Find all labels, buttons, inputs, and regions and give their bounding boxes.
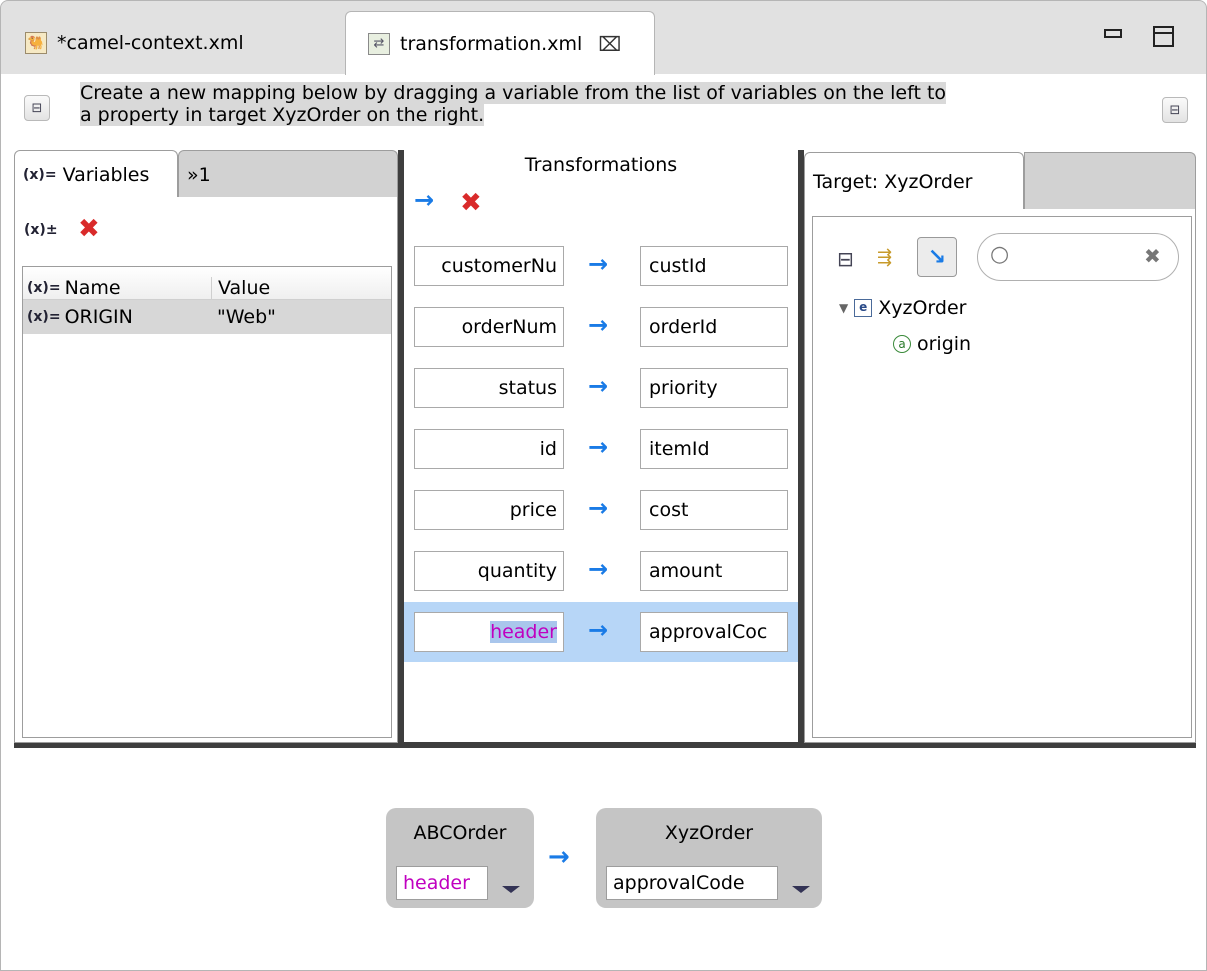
tree-node-child[interactable]: a origin [893,333,971,355]
add-variable-icon[interactable]: (x)± [24,222,58,238]
target-field-select[interactable]: approvalCode [606,866,778,900]
tree-node-root[interactable]: ▼ e XyzOrder [839,297,966,319]
mapping-arrow-icon: → [548,842,570,872]
search-input[interactable]: ○ ✖ [977,233,1179,281]
mapping-arrow-icon: → [588,433,609,461]
expanded-triangle-icon[interactable]: ▼ [839,301,848,315]
source-dropdown-icon[interactable] [502,886,520,893]
close-tab-icon[interactable]: ⌧ [598,32,621,56]
help-text: Create a new mapping below by dragging a… [80,82,947,126]
mapping-target-field[interactable]: orderId [640,307,788,347]
editor-tab-bar: 🐫 *camel-context.xml ⇄ transformation.xm… [0,0,1207,75]
mapping-source-field[interactable]: price [414,490,564,530]
variable-icon: (x)= [27,309,61,325]
show-mapped-icon[interactable]: ⇶ [877,247,892,268]
overflow-chevron-icon: »1 [187,163,211,186]
mapping-row[interactable]: orderNum → orderId [404,297,798,357]
source-type-label: ABCOrder [413,822,507,844]
variables-table: (x)= Name Value (x)= ORIGIN "Web" [22,266,392,738]
tab-variables[interactable]: (x)= Variables [14,150,178,198]
editor-tab-camel-context[interactable]: 🐫 *camel-context.xml [3,11,343,75]
mapping-target-field[interactable]: itemId [640,429,788,469]
column-value[interactable]: Value [212,277,270,299]
mapping-target-field[interactable]: amount [640,551,788,591]
target-panel: Target: XyzOrder ⊟ ⇶ ↘ ○ ✖ ▼ e XyzOrder … [804,150,1196,743]
mapping-target-field[interactable]: approvalCoc [640,612,788,652]
column-name[interactable]: (x)= Name [23,277,212,299]
mapping-row[interactable]: price → cost [404,480,798,540]
collapse-all-icon[interactable]: ⊟ [837,247,854,271]
table-row[interactable]: (x)= ORIGIN "Web" [23,300,391,334]
editor-tab-transformation[interactable]: ⇄ transformation.xml ⌧ [345,11,655,75]
mapping-target-field[interactable]: priority [640,368,788,408]
mapping-arrow-icon: → [588,250,609,278]
target-detail-card: XyzOrder approvalCode [596,808,822,908]
panel-title: Transformations [524,154,678,176]
add-mapping-icon[interactable]: → [414,186,434,214]
transformations-panel: Transformations → ✖ customerNu → custId ord… [404,150,798,743]
target-type-label: XyzOrder [664,822,754,844]
mapping-source-field[interactable]: quantity [414,551,564,591]
target-dropdown-icon[interactable] [792,886,810,893]
variables-table-header: (x)= Name Value [23,267,391,300]
tab-empty-area [1024,152,1196,210]
mapping-target-field[interactable]: cost [640,490,788,530]
mapping-arrow-icon: → [588,616,609,644]
show-target-tree-icon[interactable]: ⊟ [1162,97,1188,123]
variable-icon: (x)= [27,280,61,296]
element-icon: e [854,299,873,317]
search-icon: ○ [990,242,1010,267]
mapping-source-field[interactable]: customerNu [414,246,564,286]
tab-target[interactable]: Target: XyzOrder [804,152,1024,210]
tab-overflow[interactable]: »1 [178,150,398,198]
source-field-select[interactable]: header [396,866,488,900]
show-source-tree-icon[interactable]: ⊟ [24,95,50,121]
editor-tab-label: transformation.xml [400,32,583,55]
clear-search-icon[interactable]: ✖ [1144,244,1161,268]
mapping-source-field[interactable]: header [414,612,564,652]
editor-tab-label: *camel-context.xml [57,32,244,54]
delete-mapping-icon[interactable]: ✖ [460,188,482,218]
mapping-row[interactable]: status → priority [404,358,798,418]
mapping-target-field[interactable]: custId [640,246,788,286]
attribute-icon: a [893,335,911,353]
mapping-arrow-icon: → [588,372,609,400]
mapping-source-field[interactable]: status [414,368,564,408]
mapping-source-field[interactable]: orderNum [414,307,564,347]
filter-unmapped-toggle[interactable]: ↘ [917,237,957,277]
minimize-icon[interactable] [1104,29,1122,38]
maximize-icon[interactable] [1153,26,1174,47]
mapping-arrow-icon: → [588,555,609,583]
mapping-arrow-icon: → [588,494,609,522]
mapping-row[interactable]: customerNu → custId [404,236,798,296]
source-detail-card: ABCOrder header [386,808,534,908]
mapping-row[interactable]: id → itemId [404,419,798,479]
target-tree: ⊟ ⇶ ↘ ○ ✖ ▼ e XyzOrder a origin [812,216,1192,738]
mapping-arrow-icon: → [588,311,609,339]
mapping-row[interactable]: header → approvalCoc [404,602,798,662]
delete-variable-icon[interactable]: ✖ [78,214,100,244]
mapping-source-field[interactable]: id [414,429,564,469]
mapping-row[interactable]: quantity → amount [404,541,798,601]
transformation-file-icon: ⇄ [368,32,390,55]
camel-file-icon: 🐫 [25,32,47,54]
variable-icon: (x)= [23,166,57,183]
variable-value: "Web" [217,306,276,328]
variables-panel: (x)= Variables »1 (x)± ✖ (x)= Name Value… [14,150,398,743]
